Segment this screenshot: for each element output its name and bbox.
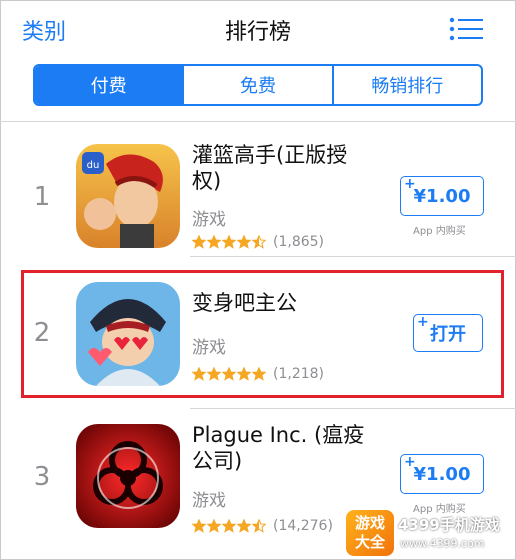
watermark-url: www.4399.com xyxy=(400,537,485,550)
watermark: 游戏 大全 4399手机游戏 www.4399.com xyxy=(340,510,516,560)
page-title: 排行榜 xyxy=(224,20,291,45)
plus-icon: + xyxy=(404,176,416,192)
rating: (14,276) xyxy=(192,518,333,534)
app-category: 游戏 xyxy=(192,491,226,511)
star-icon xyxy=(252,519,266,533)
app-category: 游戏 xyxy=(192,210,226,230)
tab-free[interactable]: 免费 xyxy=(182,66,331,104)
star-icon xyxy=(192,519,206,533)
watermark-logo-line: 大全 xyxy=(354,533,385,551)
rank-number: 3 xyxy=(33,462,51,492)
rank-number: 1 xyxy=(33,182,51,212)
tab-paid[interactable]: 付费 xyxy=(35,66,183,104)
app-name-line: 权) xyxy=(192,169,222,193)
star-icon xyxy=(237,235,251,249)
divider xyxy=(190,408,516,409)
watermark-logo: 游戏 大全 xyxy=(346,510,394,556)
app-name-line: 公司) xyxy=(192,449,243,473)
list-item[interactable]: 1 du 灌篮高手(正版授 权) 游戏 (1,865) + ¥1.00 App … xyxy=(0,130,516,266)
watermark-logo-line: 游戏 xyxy=(354,514,385,532)
list-icon[interactable] xyxy=(449,17,483,41)
app-name[interactable]: Plague Inc. (瘟疫 公司) xyxy=(192,422,382,474)
app-name-line: Plague Inc. (瘟疫 xyxy=(192,423,365,447)
buy-button[interactable]: + ¥1.00 xyxy=(400,176,484,216)
star-rating xyxy=(192,519,267,533)
star-icon xyxy=(222,235,236,249)
star-icon xyxy=(192,235,206,249)
divider xyxy=(190,256,516,257)
star-icon xyxy=(237,519,251,533)
star-icon xyxy=(207,519,221,533)
rating: (1,865) xyxy=(192,234,324,250)
star-rating xyxy=(192,235,267,249)
svg-text:du: du xyxy=(87,160,100,171)
app-name[interactable]: 灌篮高手(正版授 权) xyxy=(192,142,382,194)
app-icon-plague-inc xyxy=(76,424,180,528)
plus-icon: + xyxy=(404,454,416,470)
buy-button-label: ¥1.00 xyxy=(413,185,471,207)
buy-button[interactable]: + ¥1.00 xyxy=(400,454,484,494)
highlight-frame xyxy=(21,270,504,398)
navigation-bar: 类别 排行榜 xyxy=(0,0,516,58)
star-icon xyxy=(222,519,236,533)
app-icon-slam-dunk: du xyxy=(76,144,180,248)
divider xyxy=(0,121,516,122)
buy-button-label: ¥1.00 xyxy=(413,463,471,485)
app-name-line: 灌篮高手(正版授 xyxy=(192,143,348,167)
star-icon xyxy=(252,235,266,249)
star-icon xyxy=(207,235,221,249)
in-app-purchase-note: App 内购买 xyxy=(413,226,466,237)
watermark-text: 4399手机游戏 xyxy=(398,516,500,534)
tab-top-grossing[interactable]: 畅销排行 xyxy=(331,66,481,104)
rating-count: (14,276) xyxy=(273,518,333,534)
rating-count: (1,865) xyxy=(273,234,325,250)
segmented-control: 付费 免费 畅销排行 xyxy=(33,64,483,106)
